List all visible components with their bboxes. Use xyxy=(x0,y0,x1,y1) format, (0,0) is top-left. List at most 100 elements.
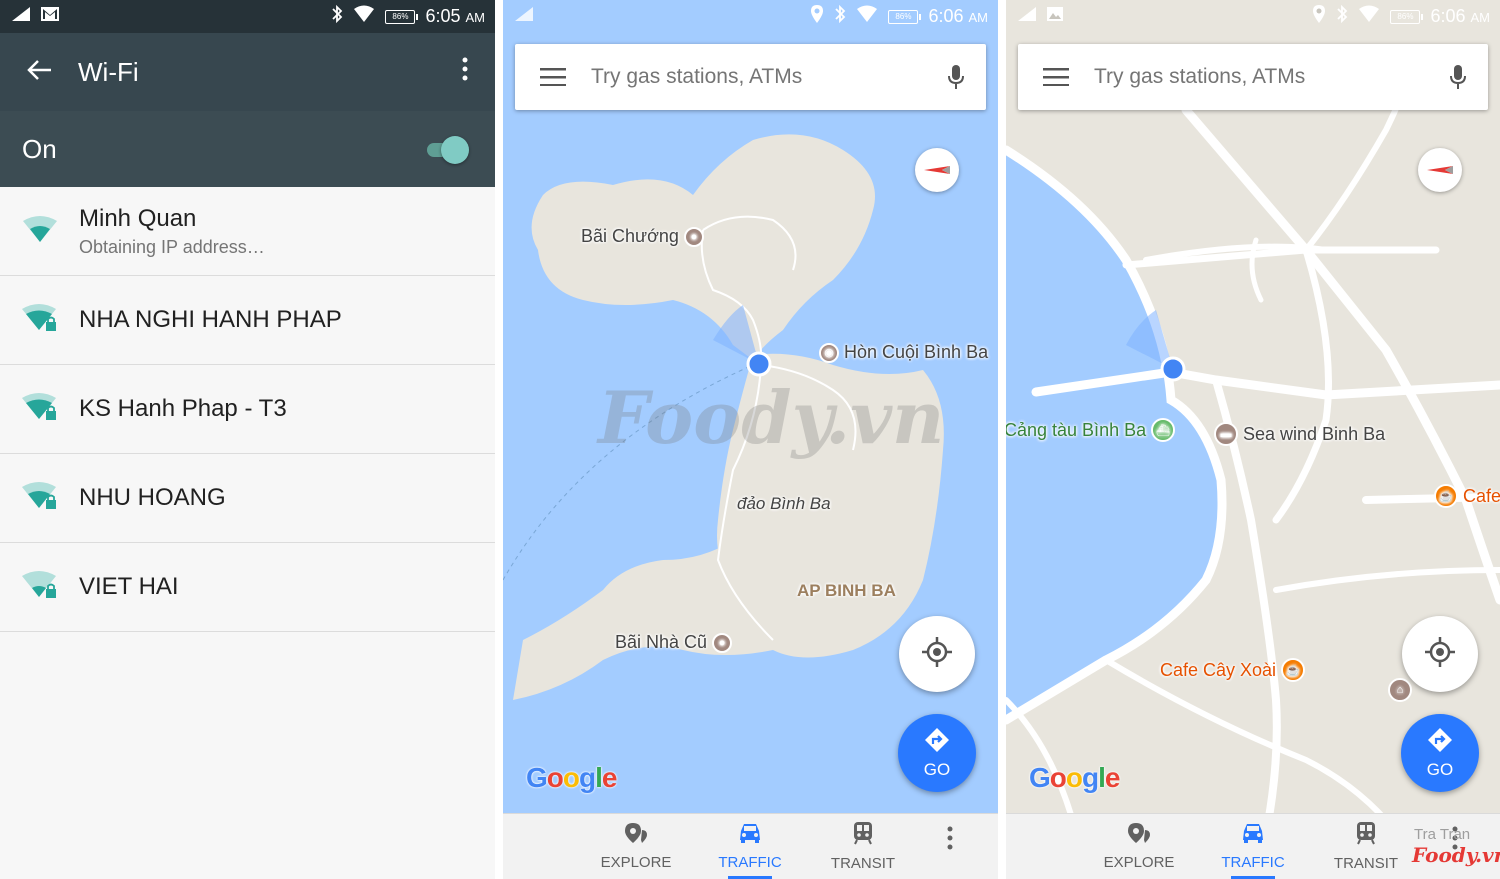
explore-icon xyxy=(624,822,648,848)
cafe-cup-icon: ☕ xyxy=(1281,658,1306,682)
my-location-button[interactable] xyxy=(1402,616,1478,692)
wifi-master-switch-row[interactable]: On xyxy=(0,111,495,187)
cell-signal-icon xyxy=(1016,5,1038,28)
tab-explore[interactable]: EXPLORE xyxy=(1089,813,1189,879)
app-bar: Wi-Fi xyxy=(0,33,495,111)
tab-explore[interactable]: EXPLORE xyxy=(586,813,686,879)
hamburger-menu-icon[interactable] xyxy=(515,61,591,93)
location-status-icon xyxy=(810,4,824,29)
poi-camera-icon: ◉ xyxy=(819,342,839,363)
island-label: đảo Bình Ba xyxy=(737,494,831,513)
network-ssid: Minh Quan xyxy=(79,204,197,232)
network-ssid: VIET HAI xyxy=(79,573,179,600)
ferry-icon: ⛴ xyxy=(1151,418,1176,442)
google-logo: Google xyxy=(526,762,617,793)
search-input[interactable]: Try gas stations, ATMs xyxy=(591,65,926,89)
tab-transit[interactable]: TRANSIT xyxy=(813,813,913,879)
photo-credit-brand: Foody.vn xyxy=(1412,843,1500,867)
status-time: 6:06 AM xyxy=(1430,6,1490,26)
hotel-bed-icon: ▬ xyxy=(1214,422,1238,446)
wifi-status-icon xyxy=(856,5,878,28)
train-icon xyxy=(1355,821,1377,849)
place-label[interactable]: Bãi Chướng ● xyxy=(581,226,704,247)
place-label[interactable]: ☕ Cafe xyxy=(1434,484,1500,508)
bluetooth-icon xyxy=(1336,4,1348,29)
cell-signal-icon xyxy=(10,5,32,28)
crosshair-icon xyxy=(922,636,952,672)
compass-icon[interactable] xyxy=(1418,148,1462,192)
wifi-toggle[interactable] xyxy=(425,135,469,164)
microphone-icon[interactable] xyxy=(926,64,986,90)
go-label: GO xyxy=(923,759,951,779)
overflow-menu-icon[interactable] xyxy=(947,826,953,857)
bottom-navigation: EXPLORE TRAFFIC TRANSIT xyxy=(503,813,998,879)
switch-label: On xyxy=(22,133,57,164)
network-item[interactable]: NHU HOANG xyxy=(0,454,495,543)
google-logo: Google xyxy=(1029,762,1120,793)
network-item[interactable]: VIET HAI xyxy=(0,543,495,632)
place-label[interactable]: ◉ Hòn Cuội Bình Ba xyxy=(819,342,988,363)
wifi-signal-icon xyxy=(22,215,58,248)
place-label[interactable]: Cảng tàu Bình Ba ⛴ xyxy=(1006,418,1176,442)
explore-icon xyxy=(1127,822,1151,848)
directions-icon xyxy=(924,727,950,758)
cafe-cup-icon: ☕ xyxy=(1434,484,1458,508)
status-bar: 86% 6:06 AM xyxy=(503,0,998,33)
bluetooth-icon xyxy=(834,4,846,29)
temple-icon: ⌂ xyxy=(1388,678,1412,702)
wifi-locked-signal-icon xyxy=(21,392,59,427)
train-icon xyxy=(852,821,874,849)
wifi-status-icon xyxy=(1358,5,1380,28)
status-bar: 86% 6:05 AM xyxy=(0,0,495,33)
battery-icon: 86% xyxy=(888,9,922,24)
network-item[interactable]: NHA NGHI HANH PHAP xyxy=(0,276,495,365)
location-status-icon xyxy=(1312,4,1326,29)
go-button[interactable]: GO xyxy=(1401,714,1479,792)
status-time: 6:05 AM xyxy=(425,6,485,26)
image-notification-icon xyxy=(1046,6,1064,27)
maps-screen-zoomed: Cảng tàu Bình Ba ⛴ ▬ Sea wind Binh Ba ☕ … xyxy=(1006,0,1500,879)
poi-pin-icon: ● xyxy=(712,632,733,653)
tab-traffic[interactable]: TRAFFIC xyxy=(700,813,800,879)
photo-credit-name: Tra Tran xyxy=(1414,826,1471,843)
network-ssid: NHU HOANG xyxy=(79,484,226,511)
back-arrow-icon[interactable] xyxy=(0,55,78,89)
tab-traffic[interactable]: TRAFFIC xyxy=(1203,813,1303,879)
wifi-locked-signal-icon xyxy=(21,303,59,338)
tab-transit[interactable]: TRANSIT xyxy=(1316,813,1416,879)
overflow-menu-icon[interactable] xyxy=(435,57,495,88)
go-button[interactable]: GO xyxy=(898,714,976,792)
battery-icon: 86% xyxy=(1390,9,1424,24)
go-label: GO xyxy=(1426,759,1454,779)
directions-icon xyxy=(1427,727,1453,758)
search-input[interactable]: Try gas stations, ATMs xyxy=(1094,65,1428,89)
place-label[interactable]: ⌂ xyxy=(1388,678,1412,702)
network-item[interactable]: Minh Quan Obtaining IP address… xyxy=(0,187,495,276)
area-label: AP BINH BA xyxy=(797,581,896,600)
wifi-settings-screen: 86% 6:05 AM Wi-Fi On Minh Quan Obtaining… xyxy=(0,0,495,879)
cell-signal-icon xyxy=(513,5,535,28)
poi-pin-icon: ● xyxy=(683,226,704,247)
battery-icon: 86% xyxy=(385,9,419,24)
place-label[interactable]: ▬ Sea wind Binh Ba xyxy=(1214,422,1385,446)
my-location-button[interactable] xyxy=(899,616,975,692)
compass-icon[interactable] xyxy=(915,148,959,192)
place-label[interactable]: Bãi Nhà Cũ ● xyxy=(615,632,733,653)
network-item[interactable]: KS Hanh Phap - T3 xyxy=(0,365,495,454)
network-status: Obtaining IP address… xyxy=(79,236,265,257)
status-time: 6:06 AM xyxy=(928,6,988,26)
search-bar[interactable]: Try gas stations, ATMs xyxy=(515,44,986,110)
place-label[interactable]: Cafe Cây Xoài ☕ xyxy=(1160,658,1306,682)
microphone-icon[interactable] xyxy=(1428,64,1488,90)
wifi-locked-signal-icon xyxy=(21,570,59,605)
page-title: Wi-Fi xyxy=(78,56,139,87)
bluetooth-icon xyxy=(331,4,343,29)
search-bar[interactable]: Try gas stations, ATMs xyxy=(1018,44,1488,110)
wifi-status-icon xyxy=(353,5,375,28)
network-list: Minh Quan Obtaining IP address… NHA NGHI… xyxy=(0,187,495,632)
crosshair-icon xyxy=(1425,636,1455,672)
network-ssid: KS Hanh Phap - T3 xyxy=(79,395,287,422)
network-ssid: NHA NGHI HANH PHAP xyxy=(79,306,342,333)
hamburger-menu-icon[interactable] xyxy=(1018,61,1094,93)
wifi-locked-signal-icon xyxy=(21,481,59,516)
